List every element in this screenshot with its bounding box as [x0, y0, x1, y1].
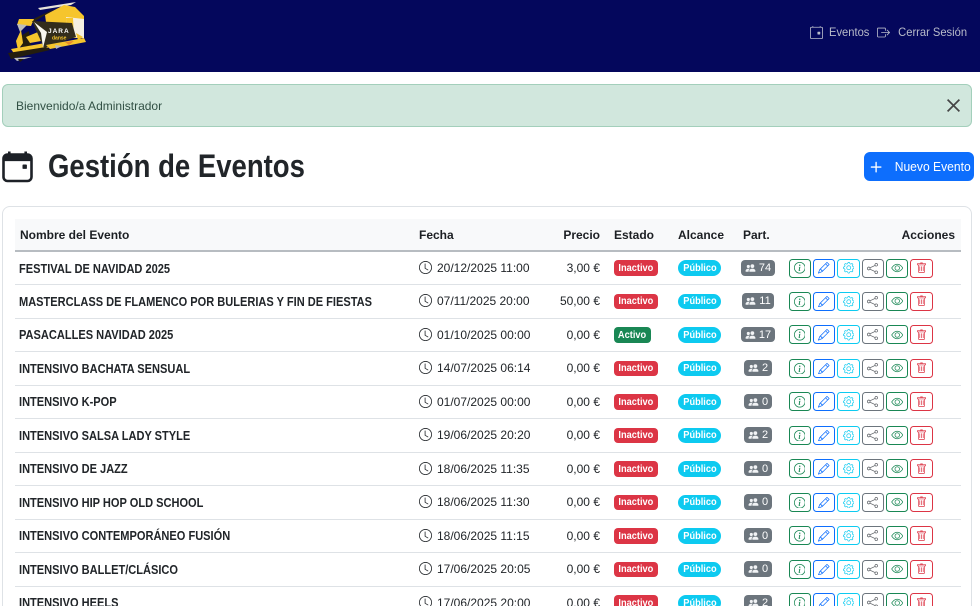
svg-text:JARA: JARA — [48, 28, 70, 35]
svg-text:danse: danse — [52, 36, 67, 42]
